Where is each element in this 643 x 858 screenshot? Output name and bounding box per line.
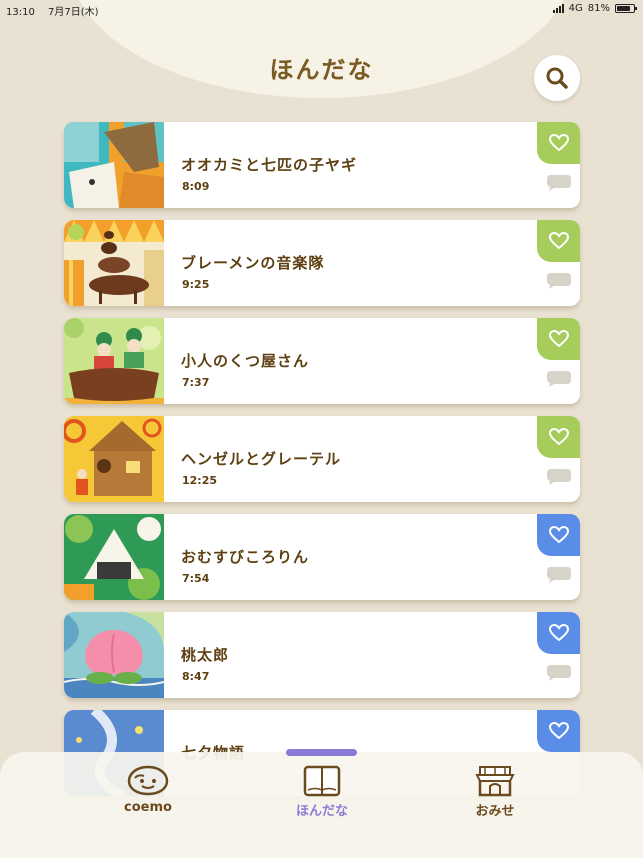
nav-label: ほんだな: [295, 804, 348, 819]
book-duration: 9:25: [182, 278, 210, 291]
comment-icon[interactable]: [546, 468, 572, 486]
heart-icon: [548, 134, 569, 152]
active-tab-indicator: [286, 749, 357, 756]
shop-icon: [475, 766, 515, 797]
heart-icon: [548, 526, 569, 544]
nav-item-bookshelf[interactable]: ほんだな: [272, 764, 372, 819]
network-label: 4G: [568, 3, 583, 14]
status-bar: 13:10 7月7日(木) 4G 81%: [0, 0, 643, 18]
comment-icon[interactable]: [546, 370, 572, 388]
book-duration: 7:37: [182, 376, 210, 389]
momotaro-cover: [64, 612, 164, 698]
heart-icon: [548, 330, 569, 348]
book-card[interactable]: おむすびころりん 7:54: [64, 514, 580, 600]
nav-label: coemo: [124, 800, 172, 815]
book-card[interactable]: 桃太郎 8:47: [64, 612, 580, 698]
book-card[interactable]: ヘンゼルとグレーテル 12:25: [64, 416, 580, 502]
book-duration: 12:25: [182, 474, 218, 487]
heart-icon: [548, 428, 569, 446]
book-title: 桃太郎: [181, 646, 230, 664]
book-title: 小人のくつ屋さん: [181, 352, 310, 370]
elves-shoemaker-cover: [64, 318, 164, 404]
favorite-button[interactable]: [537, 318, 580, 360]
wolf-goat-cover: [64, 122, 164, 208]
favorite-button[interactable]: [537, 710, 580, 752]
favorite-button[interactable]: [537, 220, 580, 262]
favorite-button[interactable]: [537, 416, 580, 458]
bottom-nav: coemo ほんだな おみせ: [0, 749, 643, 858]
nav-item-coemo[interactable]: coemo: [98, 764, 198, 815]
nav-item-shop[interactable]: おみせ: [445, 764, 545, 819]
book-duration: 8:09: [182, 180, 210, 193]
battery-icon: [615, 4, 637, 13]
book-list: オオカミと七匹の子ヤギ 8:09 ブレーメンの音楽隊 9:25 小人のくつ屋さん…: [64, 122, 580, 808]
comment-icon[interactable]: [546, 664, 572, 682]
comment-icon[interactable]: [546, 174, 572, 192]
rice-ball-cover: [64, 514, 164, 600]
nav-label: おみせ: [475, 804, 515, 819]
status-date: 7月7日(木): [48, 7, 99, 18]
book-duration: 8:47: [182, 670, 210, 683]
search-button[interactable]: [534, 55, 580, 101]
book-title: オオカミと七匹の子ヤギ: [181, 156, 358, 174]
search-icon: [546, 67, 568, 89]
book-title: ブレーメンの音楽隊: [181, 254, 325, 272]
favorite-button[interactable]: [537, 122, 580, 164]
heart-icon: [548, 624, 569, 642]
book-icon: [303, 765, 341, 797]
battery-label: 81%: [587, 3, 610, 14]
book-title: ヘンゼルとグレーテル: [181, 450, 342, 468]
book-title: おむすびころりん: [181, 548, 310, 566]
heart-icon: [548, 722, 569, 740]
book-card[interactable]: オオカミと七匹の子ヤギ 8:09: [64, 122, 580, 208]
coemo-face-icon: [127, 765, 169, 796]
heart-icon: [548, 232, 569, 250]
bremen-musicians-cover: [64, 220, 164, 306]
comment-icon[interactable]: [546, 272, 572, 290]
status-time: 13:10: [6, 7, 35, 18]
favorite-button[interactable]: [537, 514, 580, 556]
book-duration: 7:54: [182, 572, 210, 585]
comment-icon[interactable]: [546, 566, 572, 584]
hansel-gretel-cover: [64, 416, 164, 502]
book-card[interactable]: ブレーメンの音楽隊 9:25: [64, 220, 580, 306]
favorite-button[interactable]: [537, 612, 580, 654]
book-card[interactable]: 小人のくつ屋さん 7:37: [64, 318, 580, 404]
signal-icon: [552, 4, 564, 13]
